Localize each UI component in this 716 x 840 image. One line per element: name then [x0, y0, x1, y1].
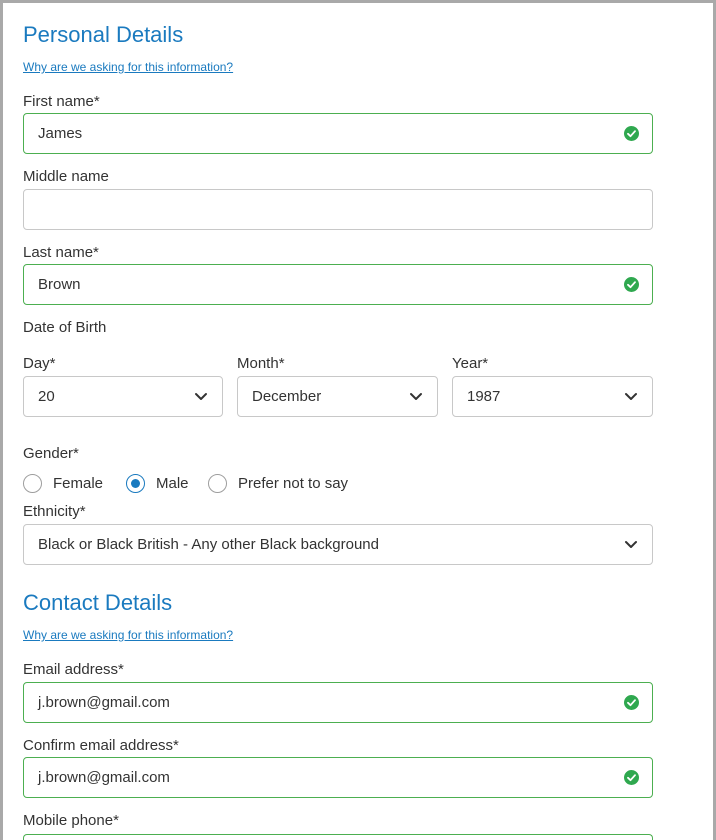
confirm-email-label: Confirm email address*	[23, 737, 179, 754]
ethnicity-label: Ethnicity*	[23, 503, 86, 520]
check-circle-icon	[624, 770, 639, 785]
radio-circle-selected[interactable]	[126, 474, 145, 493]
confirm-email-field[interactable]: j.brown@gmail.com	[23, 757, 653, 798]
mobile-phone-field[interactable]	[23, 834, 653, 840]
gender-option-label: Female	[53, 475, 104, 492]
year-select[interactable]: 1987	[452, 376, 653, 417]
gender-option-label: Male	[156, 475, 189, 492]
first-name-label: First name*	[23, 93, 100, 110]
check-circle-icon	[624, 277, 639, 292]
chevron-down-icon	[195, 393, 207, 400]
day-label: Day*	[23, 355, 56, 372]
date-of-birth-label: Date of Birth	[23, 319, 107, 336]
month-select[interactable]: December	[237, 376, 438, 417]
month-label: Month*	[237, 355, 285, 372]
first-name-value: James	[38, 125, 83, 142]
email-label: Email address*	[23, 661, 124, 678]
chevron-down-icon	[625, 393, 637, 400]
radio-circle[interactable]	[208, 474, 227, 493]
last-name-value: Brown	[38, 276, 81, 293]
contact-details-heading: Contact Details	[23, 590, 173, 615]
chevron-down-icon	[625, 541, 637, 548]
chevron-down-icon	[410, 393, 422, 400]
ethnicity-value: Black or Black British - Any other Black…	[38, 536, 379, 553]
gender-label: Gender*	[23, 445, 79, 462]
last-name-field[interactable]: Brown	[23, 264, 653, 305]
year-label: Year*	[452, 355, 489, 372]
why-asking-link-contact[interactable]: Why are we asking for this information?	[23, 628, 233, 642]
day-select[interactable]: 20	[23, 376, 223, 417]
why-asking-link-personal[interactable]: Why are we asking for this information?	[23, 60, 233, 74]
personal-details-heading: Personal Details	[23, 22, 184, 47]
confirm-email-value: j.brown@gmail.com	[38, 769, 170, 786]
radio-circle[interactable]	[23, 474, 42, 493]
first-name-field[interactable]: James	[23, 113, 653, 154]
check-circle-icon	[624, 695, 639, 710]
ethnicity-select[interactable]: Black or Black British - Any other Black…	[23, 524, 653, 565]
email-field[interactable]: j.brown@gmail.com	[23, 682, 653, 723]
check-circle-icon	[624, 126, 639, 141]
last-name-label: Last name*	[23, 244, 99, 261]
mobile-phone-label: Mobile phone*	[23, 812, 119, 829]
day-value: 20	[38, 388, 55, 405]
year-value: 1987	[467, 388, 501, 405]
middle-name-label: Middle name	[23, 168, 109, 185]
month-value: December	[252, 388, 322, 405]
email-value: j.brown@gmail.com	[38, 694, 170, 711]
gender-option-label: Prefer not to say	[238, 475, 349, 492]
middle-name-field[interactable]	[23, 189, 653, 230]
